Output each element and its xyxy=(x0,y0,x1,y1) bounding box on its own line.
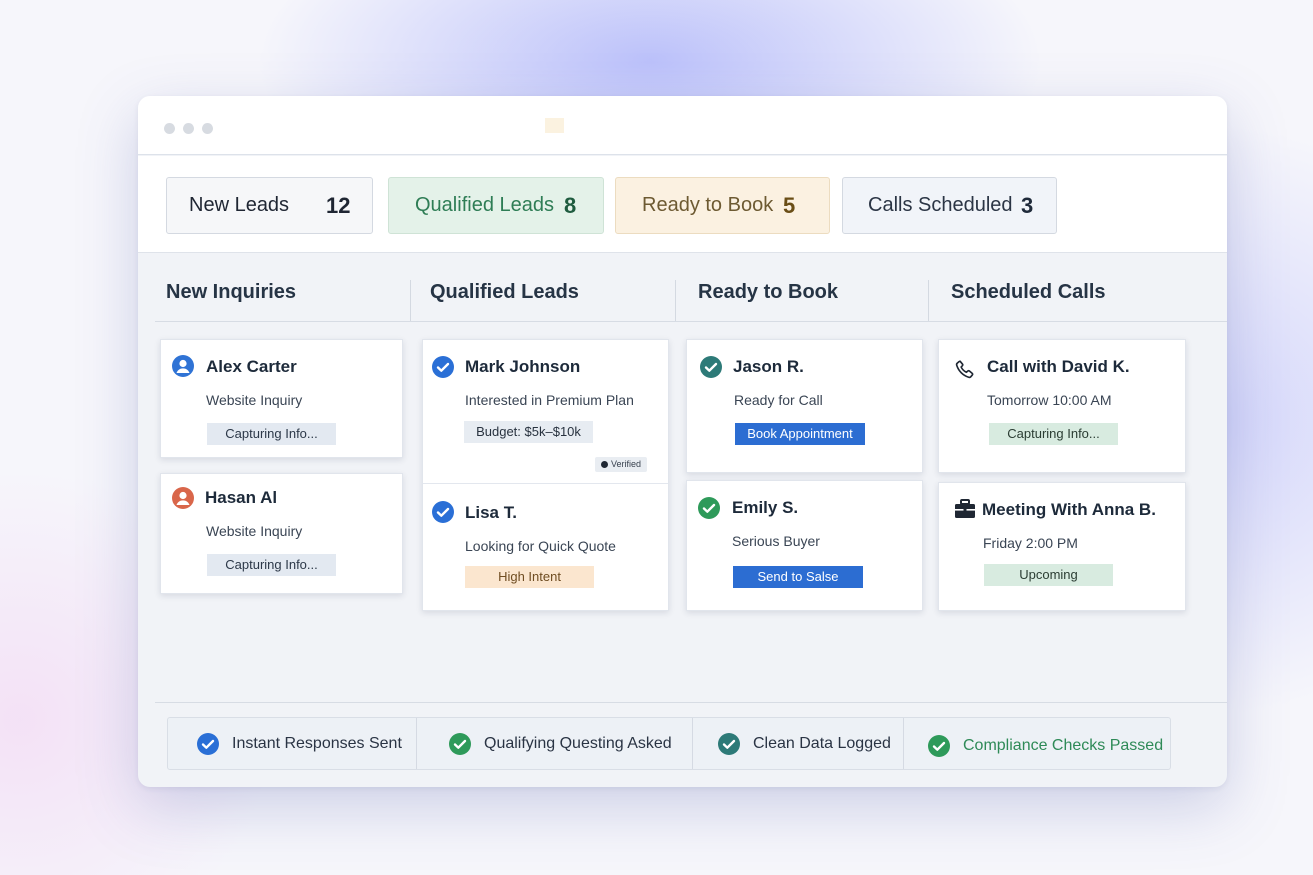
phone-icon xyxy=(955,360,974,379)
status-tag: Upcoming xyxy=(984,564,1113,586)
stat-calls-scheduled[interactable]: Calls Scheduled 3 xyxy=(842,177,1057,234)
stat-new-leads[interactable]: New Leads 12 xyxy=(166,177,373,234)
meeting-title: Call with David K. xyxy=(987,357,1130,376)
footer-label: Qualifying Questing Asked xyxy=(484,734,672,752)
send-to-sales-button[interactable]: Send to Salse xyxy=(733,566,863,588)
lead-card-jason-r[interactable]: Jason R. Ready for Call Book Appointment xyxy=(686,339,923,473)
footer-separator xyxy=(416,718,417,769)
scheduled-card-david-k[interactable]: Call with David K. Tomorrow 10:00 AM Cap… xyxy=(938,339,1186,473)
check-circle-icon xyxy=(432,501,454,523)
user-avatar-icon xyxy=(172,487,194,509)
stat-count: 5 xyxy=(783,192,796,218)
lead-source: Website Inquiry xyxy=(206,523,303,539)
footer-separator xyxy=(903,718,904,769)
column-header-qualified-leads: Qualified Leads xyxy=(430,281,579,303)
title-bar xyxy=(138,96,1227,155)
qualified-leads-card: Mark Johnson Interested in Premium Plan … xyxy=(422,339,669,611)
footer-label: Clean Data Logged xyxy=(753,734,891,752)
lead-item-lisa-t[interactable]: Lisa T. Looking for Quick Quote High Int… xyxy=(423,484,668,612)
column-header-ready-to-book: Ready to Book xyxy=(698,281,839,303)
user-avatar-icon xyxy=(172,355,194,377)
check-circle-icon xyxy=(197,732,219,755)
lead-card-hasan-al[interactable]: Hasan Al Website Inquiry Capturing Info.… xyxy=(160,473,403,594)
budget-tag: Budget: $5k–$10k xyxy=(464,421,593,443)
window-maximize-dot[interactable] xyxy=(202,123,213,134)
lead-status: Serious Buyer xyxy=(732,533,820,549)
stat-label: Calls Scheduled xyxy=(868,194,1013,216)
lead-status: Ready for Call xyxy=(734,392,823,408)
footer-item-qualifying-questions: Qualifying Questing Asked xyxy=(449,718,672,769)
column-divider xyxy=(410,280,411,321)
status-tag: Capturing Info... xyxy=(207,423,336,445)
check-circle-icon xyxy=(928,734,950,757)
lead-card-alex-carter[interactable]: Alex Carter Website Inquiry Capturing In… xyxy=(160,339,403,458)
verified-badge: Verified xyxy=(595,457,648,472)
window-minimize-dot[interactable] xyxy=(183,123,194,134)
column-header-scheduled-calls: Scheduled Calls xyxy=(951,281,1106,303)
footer-label: Instant Responses Sent xyxy=(232,734,402,752)
check-circle-icon xyxy=(718,732,740,755)
footer-item-clean-data: Clean Data Logged xyxy=(718,718,891,769)
check-circle-icon xyxy=(449,732,471,755)
stats-bar: New Leads 12 Qualified Leads 8 Ready to … xyxy=(138,156,1227,253)
footer-item-compliance: Compliance Checks Passed xyxy=(928,720,1163,771)
status-tag: Capturing Info... xyxy=(207,554,336,576)
lead-item-mark-johnson[interactable]: Mark Johnson Interested in Premium Plan … xyxy=(423,340,668,483)
lead-interest: Looking for Quick Quote xyxy=(465,538,616,554)
check-circle-icon xyxy=(698,497,720,519)
footer-separator xyxy=(692,718,693,769)
status-tag: Capturing Info... xyxy=(989,423,1118,445)
stat-count: 12 xyxy=(326,192,351,218)
check-circle-icon xyxy=(432,356,454,378)
footer-item-instant-responses: Instant Responses Sent xyxy=(197,718,402,769)
column-header-new-inquiries: New Inquiries xyxy=(166,281,297,303)
lead-name: Hasan Al xyxy=(205,488,278,507)
lead-interest: Interested in Premium Plan xyxy=(465,392,634,408)
book-appointment-button[interactable]: Book Appointment xyxy=(735,423,865,445)
lead-card-emily-s[interactable]: Emily S. Serious Buyer Send to Salse xyxy=(686,480,923,611)
lead-name: Lisa T. xyxy=(465,503,517,522)
app-window: New Leads 12 Qualified Leads 8 Ready to … xyxy=(138,96,1227,787)
stat-count: 3 xyxy=(1021,192,1034,218)
lead-name: Alex Carter xyxy=(206,357,297,376)
stat-label: New Leads xyxy=(189,194,290,216)
title-placeholder xyxy=(545,118,564,133)
stat-count: 8 xyxy=(564,192,577,218)
meeting-time: Friday 2:00 PM xyxy=(983,535,1078,551)
lead-name: Jason R. xyxy=(733,357,804,376)
intent-tag: High Intent xyxy=(465,566,594,588)
lead-source: Website Inquiry xyxy=(206,392,303,408)
meeting-time: Tomorrow 10:00 AM xyxy=(987,392,1112,408)
lead-name: Mark Johnson xyxy=(465,357,581,376)
header-divider xyxy=(155,321,1227,322)
stat-qualified-leads[interactable]: Qualified Leads 8 xyxy=(388,177,604,234)
column-divider xyxy=(675,280,676,321)
footer-divider xyxy=(155,702,1227,703)
check-circle-icon xyxy=(700,356,722,378)
automation-status-bar: Instant Responses Sent Qualifying Questi… xyxy=(167,717,1171,770)
stat-ready-to-book[interactable]: Ready to Book 5 xyxy=(615,177,830,234)
stat-label: Ready to Book xyxy=(642,194,774,216)
column-divider xyxy=(928,280,929,321)
lead-name: Emily S. xyxy=(732,498,799,517)
footer-label: Compliance Checks Passed xyxy=(963,736,1164,754)
window-close-dot[interactable] xyxy=(164,123,175,134)
meeting-title: Meeting With Anna B. xyxy=(982,500,1156,519)
stat-label: Qualified Leads xyxy=(415,194,554,216)
scheduled-card-anna-b[interactable]: Meeting With Anna B. Friday 2:00 PM Upco… xyxy=(938,482,1186,611)
briefcase-icon xyxy=(955,499,975,518)
